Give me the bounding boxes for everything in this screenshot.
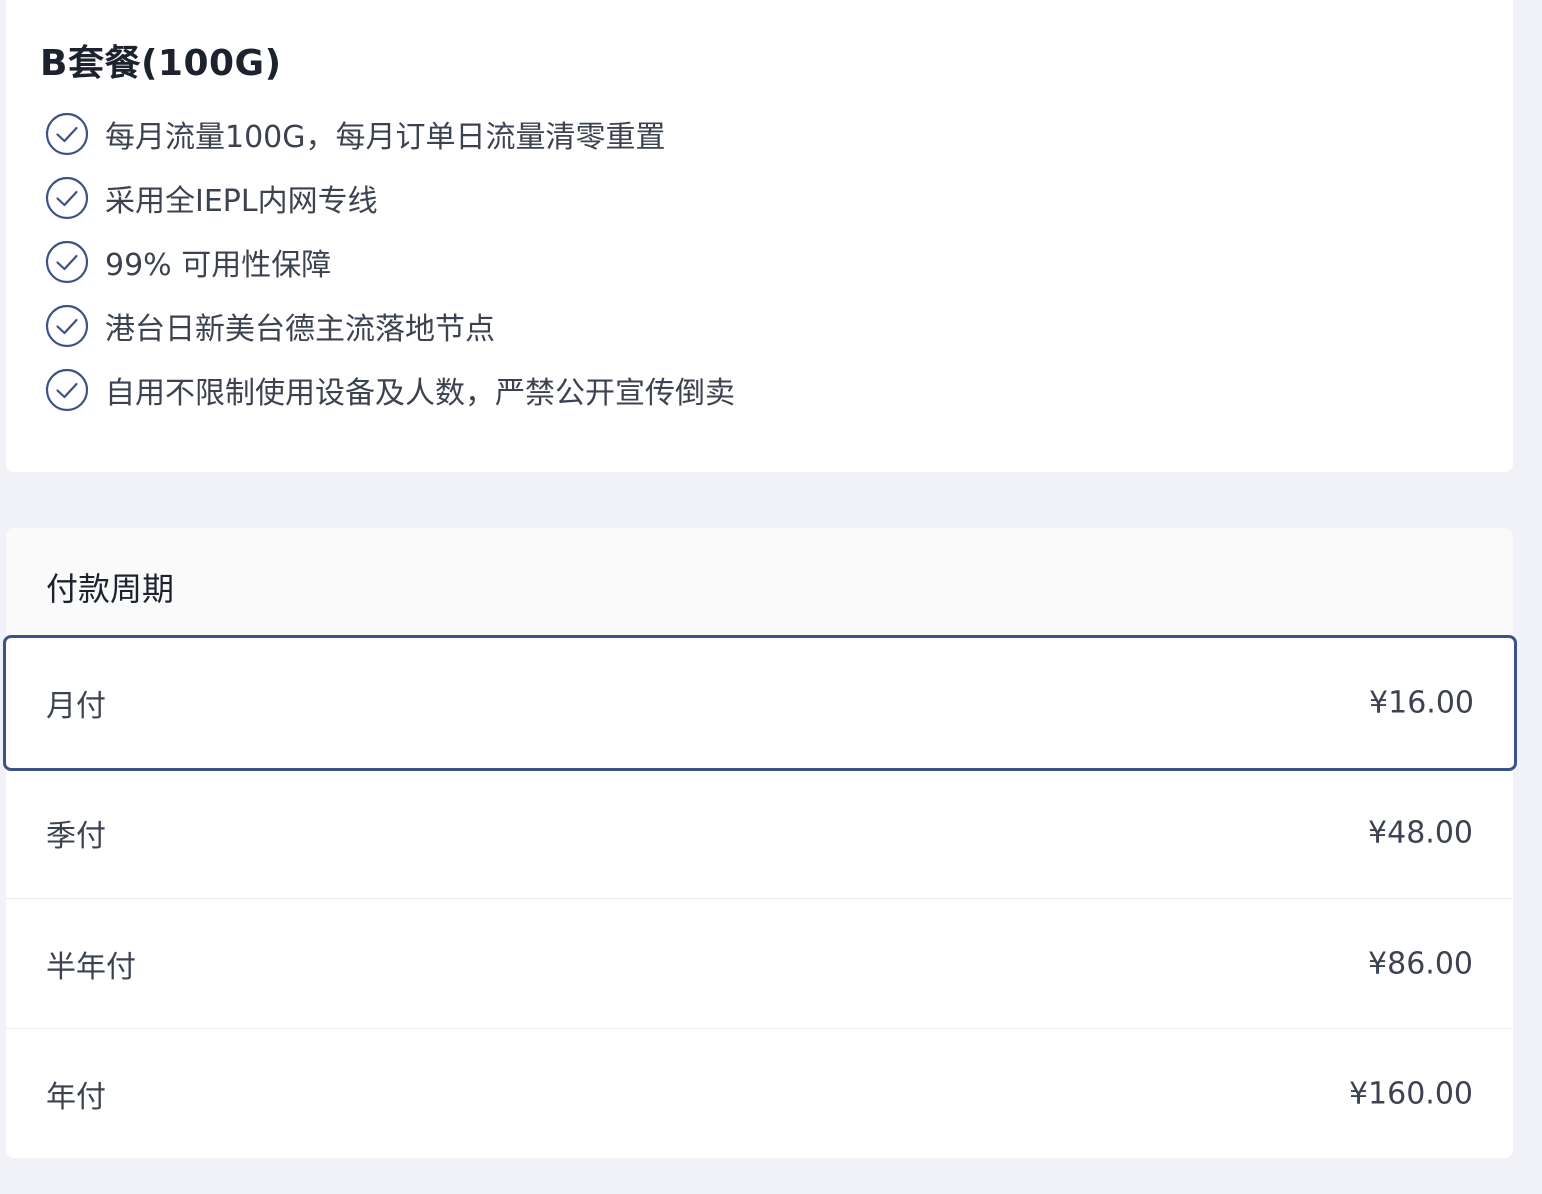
billing-option-monthly[interactable]: 月付 ¥16.00: [3, 635, 1517, 771]
billing-option-half-year[interactable]: 半年付 ¥86.00: [6, 898, 1513, 1028]
check-circle-icon: [45, 240, 89, 284]
plan-card: B套餐(100G) 每月流量100G，每月订单日流量清零重置 采用全IEPL内网…: [6, 0, 1513, 472]
billing-option-label: 季付: [46, 819, 106, 854]
plan-title: B套餐(100G): [40, 43, 282, 84]
check-circle-icon: [45, 112, 89, 156]
billing-option-label: 年付: [46, 1079, 106, 1115]
feature-item: 每月流量100G，每月订单日流量清零重置: [45, 102, 735, 166]
feature-text: 99% 可用性保障: [105, 248, 332, 283]
feature-item: 采用全IEPL内网专线: [45, 166, 735, 230]
feature-text: 每月流量100G，每月订单日流量清零重置: [105, 120, 666, 155]
feature-item: 99% 可用性保障: [45, 230, 735, 294]
feature-list: 每月流量100G，每月订单日流量清零重置 采用全IEPL内网专线 99% 可用性…: [45, 112, 735, 432]
billing-option-price: ¥16.00: [1369, 685, 1474, 721]
billing-cycle-header: 付款周期: [6, 528, 1513, 636]
billing-cycle-card: 付款周期 月付 ¥16.00 季付 ¥48.00 半年付 ¥86.00 年付 ¥…: [3, 528, 1517, 1158]
billing-option-price: ¥86.00: [1368, 946, 1473, 981]
billing-option-label: 半年付: [46, 949, 136, 985]
billing-option-yearly[interactable]: 年付 ¥160.00: [6, 1028, 1513, 1158]
billing-option-price: ¥48.00: [1368, 815, 1473, 851]
feature-text: 港台日新美台德主流落地节点: [105, 312, 495, 347]
check-circle-icon: [45, 368, 89, 412]
billing-cycle-title: 付款周期: [46, 570, 175, 608]
billing-option-price: ¥160.00: [1348, 1076, 1473, 1111]
billing-option-quarterly[interactable]: 季付 ¥48.00: [6, 768, 1513, 898]
feature-item: 港台日新美台德主流落地节点: [45, 294, 735, 358]
feature-text: 自用不限制使用设备及人数，严禁公开宣传倒卖: [105, 376, 735, 411]
feature-text: 采用全IEPL内网专线: [105, 184, 378, 219]
check-circle-icon: [45, 176, 89, 220]
billing-option-label: 月付: [46, 689, 106, 724]
feature-item: 自用不限制使用设备及人数，严禁公开宣传倒卖: [45, 358, 735, 422]
check-circle-icon: [45, 304, 89, 348]
